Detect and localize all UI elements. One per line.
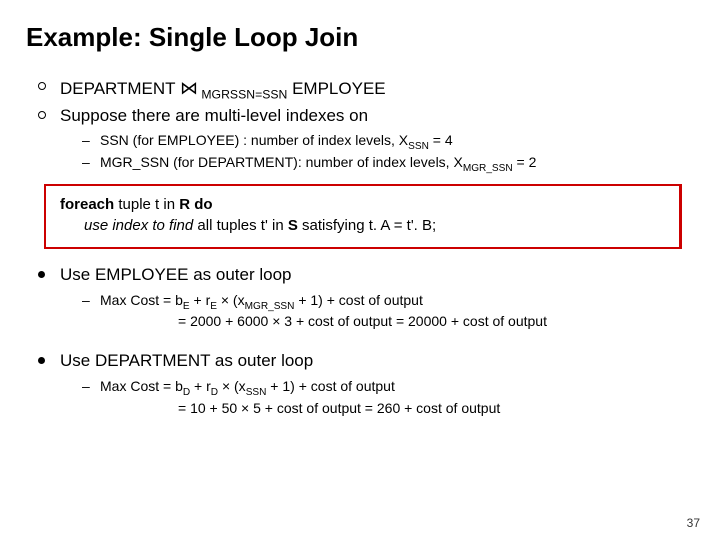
sub-list: Max Cost = bE + rE × (xMGR_SSN + 1) + co… [60, 290, 696, 333]
text: + r [190, 292, 211, 308]
sub-list: Max Cost = bD + rD × (xSSN + 1) + cost o… [60, 376, 696, 419]
text: tuple t in [114, 196, 179, 213]
code-line-1: foreach tuple t in R do [60, 194, 669, 216]
join-subscript: MGRSSN=SSN [198, 87, 287, 101]
bullet-list: DEPARTMENT ⋈ MGRSSN=SSN EMPLOYEE Suppose… [38, 75, 696, 174]
text: DEPARTMENT [60, 79, 180, 98]
kw: S [288, 217, 298, 234]
sub: D [211, 387, 218, 398]
bullet-employee-outer: Use EMPLOYEE as outer loop Max Cost = bE… [38, 263, 696, 333]
sub: E [183, 301, 190, 312]
sub-cost-emp: Max Cost = bE + rE × (xMGR_SSN + 1) + co… [82, 290, 696, 333]
text: + 1) + cost of output [294, 292, 422, 308]
text: satisfying t. A = t'. B; [298, 217, 436, 234]
bullet-list-2: Use EMPLOYEE as outer loop Max Cost = bE… [38, 263, 696, 333]
text: + 1) + cost of output [266, 378, 394, 394]
sub: SSN [408, 141, 429, 152]
join-symbol: ⋈ [180, 78, 198, 98]
pseudocode-box: foreach tuple t in R do use index to fin… [44, 184, 682, 250]
text: = 2 [513, 154, 537, 170]
text: Suppose there are multi-level indexes on [60, 106, 368, 125]
text: EMPLOYEE [287, 79, 385, 98]
text: Use DEPARTMENT as outer loop [60, 351, 313, 370]
text: SSN (for EMPLOYEE) : number of index lev… [100, 132, 408, 148]
text: × (x [217, 292, 245, 308]
sub-list: SSN (for EMPLOYEE) : number of index lev… [60, 130, 696, 173]
sub: SSN [246, 387, 267, 398]
sub-cost-dept: Max Cost = bD + rD × (xSSN + 1) + cost o… [82, 376, 696, 419]
sub: E [210, 301, 217, 312]
slide-title: Example: Single Loop Join [26, 22, 696, 53]
eq-line: = 2000 + 6000 × 3 + cost of output = 200… [100, 311, 696, 333]
page-number: 37 [687, 516, 700, 530]
bullet-join-expr: DEPARTMENT ⋈ MGRSSN=SSN EMPLOYEE [38, 75, 696, 102]
kw: R do [179, 196, 212, 213]
sub-mgrssn: MGR_SSN (for DEPARTMENT): number of inde… [82, 152, 696, 174]
sub-ssn: SSN (for EMPLOYEE) : number of index lev… [82, 130, 696, 152]
sub: MGR_SSN [245, 301, 295, 312]
text: use index to find [84, 217, 193, 234]
text: + r [190, 378, 211, 394]
code-line-2: use index to find all tuples t' in S sat… [60, 215, 669, 237]
text: Max Cost = b [100, 292, 183, 308]
text: all tuples t' in [193, 217, 288, 234]
text: × (x [218, 378, 246, 394]
bullet-list-3: Use DEPARTMENT as outer loop Max Cost = … [38, 349, 696, 419]
kw: foreach [60, 196, 114, 213]
text: MGR_SSN (for DEPARTMENT): number of inde… [100, 154, 463, 170]
bullet-suppose: Suppose there are multi-level indexes on… [38, 104, 696, 174]
eq-line: = 10 + 50 × 5 + cost of output = 260 + c… [100, 398, 696, 420]
slide: Example: Single Loop Join DEPARTMENT ⋈ M… [0, 0, 720, 540]
bullet-department-outer: Use DEPARTMENT as outer loop Max Cost = … [38, 349, 696, 419]
text: Max Cost = b [100, 378, 183, 394]
sub: MGR_SSN [463, 163, 513, 174]
text: Use EMPLOYEE as outer loop [60, 265, 292, 284]
text: = 4 [429, 132, 453, 148]
